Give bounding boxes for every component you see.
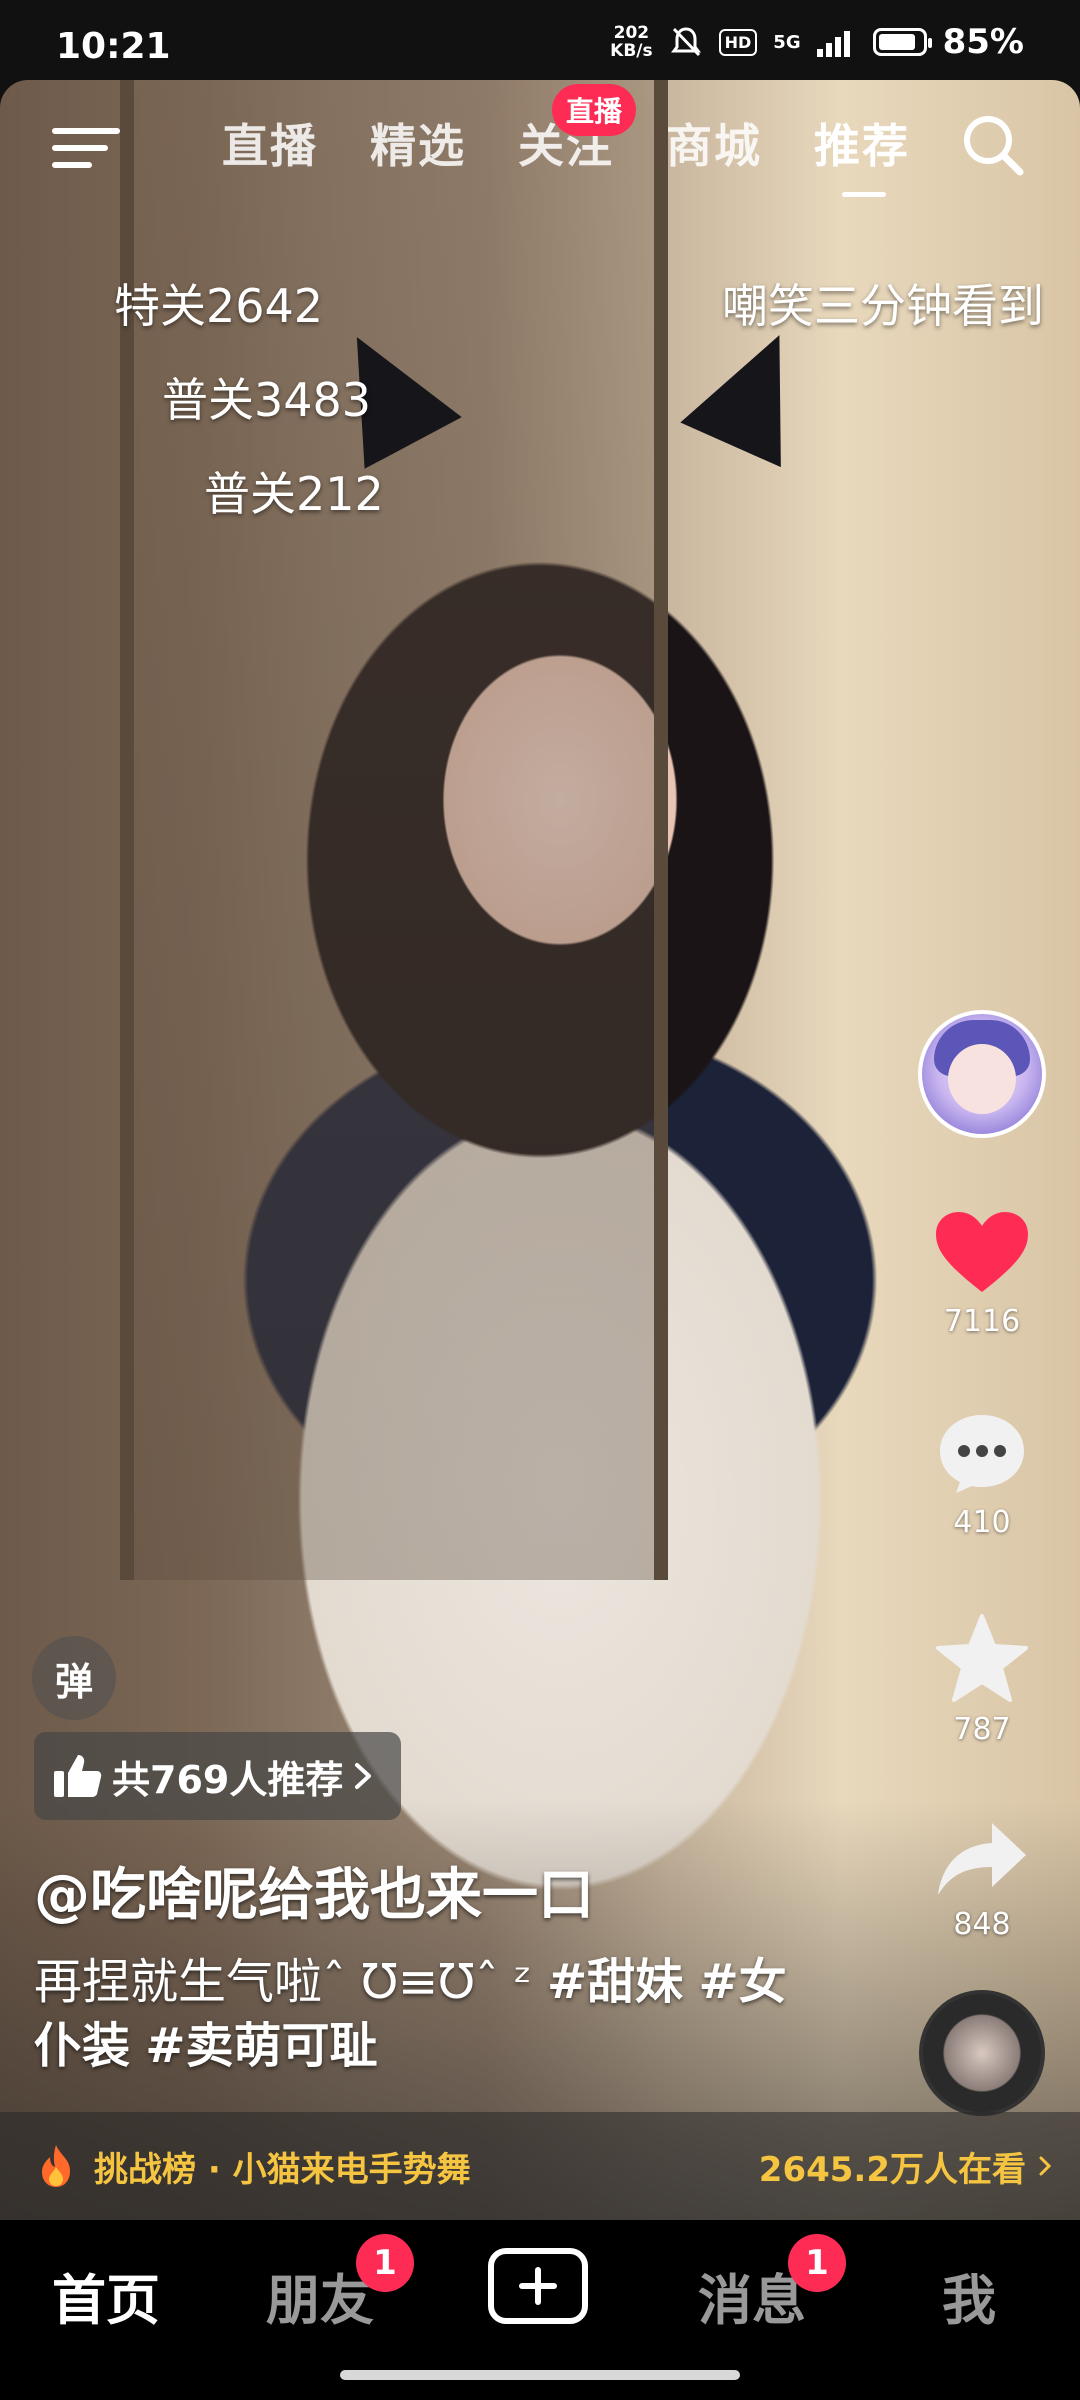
chevron-right-icon — [1039, 2156, 1052, 2176]
active-tab-indicator — [842, 192, 886, 197]
challenge-bar[interactable]: 挑战榜 · 小猫来电手势舞 2645.2万人在看 — [0, 2112, 1080, 2220]
thumbs-up-icon — [54, 1755, 102, 1797]
recommend-pill[interactable]: 共769人推荐 — [34, 1732, 402, 1820]
hashtag[interactable]: #卖萌可耻 — [145, 2018, 377, 2074]
plus-icon — [519, 2267, 557, 2305]
comment-icon — [940, 1415, 1024, 1493]
music-disc[interactable] — [919, 1990, 1045, 2116]
comment-button[interactable]: 410 — [938, 1413, 1026, 1540]
challenge-text: 挑战榜 · 小猫来电手势舞 — [94, 2149, 471, 2190]
signal-icon — [816, 31, 850, 57]
danmaku-comment: 普关3483 — [162, 373, 372, 427]
net-speed-value: 202 — [613, 23, 650, 43]
tab-recommend[interactable]: 推荐 — [814, 110, 910, 197]
viewers-text: 2645.2万人在看 — [758, 2149, 1026, 2190]
friends-badge: 1 — [356, 2234, 414, 2292]
share-count: 848 — [953, 1907, 1011, 1942]
recommend-text: 共769人推荐 — [112, 1757, 344, 1802]
top-nav: 直播 精选 关注 商城 推荐 直播 — [0, 80, 1080, 200]
favorite-button[interactable]: 787 — [936, 1614, 1028, 1747]
status-icons: 202 KB/s HD 5G 85% — [610, 22, 1024, 62]
network-type: 5G — [773, 31, 801, 53]
net-speed-unit: KB/s — [610, 41, 653, 61]
menu-icon[interactable] — [52, 120, 122, 176]
star-icon — [936, 1614, 1028, 1702]
battery-icon — [872, 28, 932, 56]
bottom-nav: 首页 朋友 1 消息 1 我 — [0, 2220, 1080, 2400]
danmaku-comment: 嘲笑三分钟看到 — [722, 279, 1044, 333]
like-count: 7116 — [943, 1304, 1021, 1339]
nav-me-label: 我 — [942, 2269, 996, 2332]
live-badge: 直播 — [552, 84, 637, 136]
tab-mall[interactable]: 商城 — [666, 110, 762, 176]
fire-icon — [42, 2145, 70, 2187]
net-speed: 202 KB/s — [610, 24, 652, 60]
like-button[interactable]: 7116 — [936, 1212, 1028, 1339]
hd-icon: HD — [718, 28, 758, 56]
danmaku-comment: 特关2642 — [114, 279, 324, 333]
action-column: 7116 410 787 848 — [902, 1010, 1062, 2116]
comment-count: 410 — [953, 1505, 1011, 1540]
share-button[interactable]: 848 — [936, 1821, 1028, 1942]
nav-home-label: 首页 — [52, 2269, 160, 2332]
mute-bell-icon — [670, 27, 701, 57]
nav-home[interactable]: 首页 — [52, 2256, 160, 2335]
tab-featured[interactable]: 精选 — [370, 110, 466, 176]
nav-messages[interactable]: 消息 1 — [698, 2234, 846, 2335]
nav-friends-label: 朋友 — [266, 2269, 374, 2332]
avatar-face — [948, 1044, 1016, 1114]
tab-live[interactable]: 直播 — [222, 110, 318, 176]
video-caption: 再捏就生气啦ˆ Ʊ≡Ʊˆ ᶻ #甜妹 #女仆装 #卖萌可耻 — [34, 1950, 834, 2078]
messages-badge: 1 — [788, 2234, 846, 2292]
nav-friends[interactable]: 朋友 1 — [266, 2234, 414, 2335]
battery-percent: 85% — [942, 22, 1024, 62]
danmu-toggle-button[interactable]: 弹 — [32, 1636, 116, 1720]
nav-me[interactable]: 我 — [942, 2256, 996, 2335]
tab-recommend-label: 推荐 — [814, 119, 910, 173]
create-post-button[interactable] — [488, 2248, 588, 2324]
author-avatar[interactable] — [918, 1010, 1046, 1138]
favorite-count: 787 — [953, 1712, 1011, 1747]
chevron-right-icon — [355, 1763, 372, 1789]
viewers-count: 2645.2万人在看 — [759, 2142, 1052, 2191]
danmaku-comment: 普关212 — [204, 467, 384, 521]
caption-text: 再捏就生气啦ˆ Ʊ≡Ʊˆ ᶻ — [34, 1954, 547, 2010]
screen: 10:21 202 KB/s HD 5G 85% 直播 精选 关注 商城 推荐 … — [0, 0, 1080, 2400]
status-bar: 10:21 202 KB/s HD 5G 85% — [0, 0, 1080, 80]
nav-messages-label: 消息 — [698, 2269, 806, 2332]
share-icon — [938, 1823, 1026, 1895]
author-name[interactable]: @吃啥呢给我也来一口 — [34, 1850, 594, 1931]
hashtag[interactable]: #甜妹 — [547, 1954, 683, 2010]
battery-fill — [878, 34, 915, 50]
search-icon[interactable] — [958, 110, 1028, 180]
status-time: 10:21 — [56, 26, 171, 67]
home-indicator[interactable] — [340, 2370, 740, 2380]
heart-icon — [936, 1212, 1028, 1292]
